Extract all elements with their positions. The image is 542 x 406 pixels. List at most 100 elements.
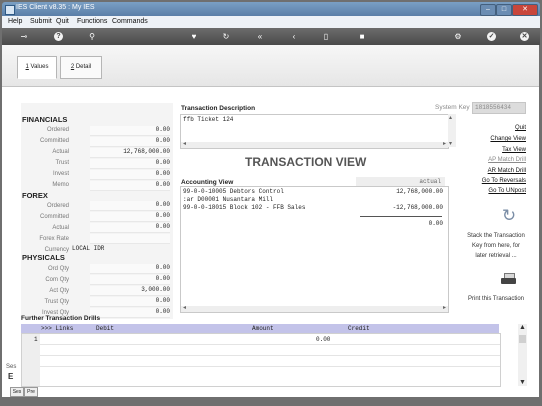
search-icon[interactable]: ⚲ xyxy=(86,31,98,42)
change-view-link[interactable]: Change View xyxy=(490,136,526,142)
scroll-up-icon[interactable]: ▴ xyxy=(449,114,452,121)
scroll-left-icon[interactable]: ◂ xyxy=(183,140,186,147)
financials-ordered-value: 0.00 xyxy=(155,126,170,133)
first-record-icon[interactable]: « xyxy=(254,31,266,42)
financials-ordered-label: Ordered xyxy=(46,127,69,133)
bottom-tab-ses[interactable]: Ses xyxy=(10,387,24,397)
financials-actual-value: 12,768,000.00 xyxy=(123,148,170,155)
document-icon[interactable]: ▯ xyxy=(320,31,332,42)
drills-col-credit: Credit xyxy=(348,325,370,332)
transaction-description-box[interactable]: ffb Ticket 124 ◂ ▸ xyxy=(180,114,449,149)
scroll-right-icon[interactable]: ▸ xyxy=(443,304,446,311)
accounting-horizontal-scrollbar[interactable]: ◂ ▸ xyxy=(181,304,448,312)
print-transaction-text[interactable]: Print this Transaction xyxy=(460,294,532,304)
forex-actual-value: 0.00 xyxy=(155,223,170,230)
bottom-tab-pre[interactable]: Pre xyxy=(24,387,38,397)
drills-row-1-amount: 0.00 xyxy=(316,336,331,343)
physicals-trust-qty-value: 0.00 xyxy=(155,297,170,304)
description-vertical-scrollbar[interactable]: ▴ ▾ xyxy=(448,114,456,147)
printer-icon[interactable] xyxy=(501,273,517,285)
financials-trust-value: 0.00 xyxy=(155,159,170,166)
go-to-reversals-link[interactable]: Go To Reversals xyxy=(482,178,526,184)
menu-quit[interactable]: Quit xyxy=(56,18,69,25)
favorite-icon[interactable]: ♥ xyxy=(188,31,200,42)
values-panel: FINANCIALS Ordered 0.00 Committed 0.00 A… xyxy=(21,103,173,319)
forex-actual-label: Actual xyxy=(52,225,69,231)
help-icon[interactable]: ? xyxy=(54,32,63,41)
financials-invest-value: 0.00 xyxy=(155,170,170,177)
title-bar: IES Client v8.35 : My IES – □ ✕ xyxy=(2,2,540,16)
drills-col-debit: Debit xyxy=(96,325,115,332)
physicals-com-qty-label: Com Qty xyxy=(45,277,69,283)
side-label-ses: Ses xyxy=(6,364,17,370)
go-to-unpost-link[interactable]: Go To UNpost xyxy=(488,188,526,194)
maximize-button[interactable]: □ xyxy=(496,4,512,16)
accounting-line-1-text: 99-0-0-10005 Debtors Control xyxy=(183,188,284,195)
scroll-left-icon[interactable]: ◂ xyxy=(183,304,186,311)
physicals-trust-qty-label: Trust Qty xyxy=(44,299,69,305)
forex-committed-value: 0.00 xyxy=(155,212,170,219)
ap-match-drill-link[interactable]: AP Match Drill xyxy=(488,157,526,163)
minimize-button[interactable]: – xyxy=(480,4,496,16)
transaction-description-value: ffb Ticket 124 xyxy=(183,116,234,123)
accounting-line-2-text: :ar D00001 Nusantara Mill xyxy=(183,196,274,203)
drills-table: 1 0.00 xyxy=(21,333,501,387)
ar-match-drill-link[interactable]: AR Match Drill xyxy=(488,168,526,174)
scroll-down-icon[interactable]: ▾ xyxy=(449,140,452,147)
physicals-ord-qty-label: Ord Qty xyxy=(47,266,69,272)
physicals-heading: PHYSICALS xyxy=(22,253,65,262)
accounting-view-box: 99-0-0-10005 Debtors Control 12,768,000.… xyxy=(180,186,449,313)
accounting-line-3-text: 99-0-0-18015 Block 102 - FFB Sales xyxy=(183,204,306,211)
scrollbar-thumb[interactable] xyxy=(519,335,526,343)
stop-icon[interactable]: ■ xyxy=(356,31,368,42)
system-key-field: 1818556434 xyxy=(472,102,526,114)
drills-col-links: >>> Links xyxy=(41,325,74,332)
menu-submit[interactable]: Submit xyxy=(30,18,52,25)
menu-help[interactable]: Help xyxy=(8,18,22,25)
physicals-invest-qty-value: 0.00 xyxy=(155,308,170,315)
description-horizontal-scrollbar[interactable]: ◂ ▸ xyxy=(181,140,448,148)
physicals-com-qty-value: 0.00 xyxy=(155,275,170,282)
tax-view-link[interactable]: Tax View xyxy=(502,147,526,153)
refresh-icon[interactable]: ↻ xyxy=(220,31,232,42)
financials-memo-value: 0.00 xyxy=(155,181,170,188)
close-icon[interactable]: ✕ xyxy=(520,32,529,41)
forex-ordered-label: Ordered xyxy=(46,203,69,209)
physicals-ord-qty-value: 0.00 xyxy=(155,264,170,271)
forex-currency-value: LOCAL IDR xyxy=(72,245,105,252)
transaction-view-heading: TRANSACTION VIEW xyxy=(245,155,367,169)
forex-rate-field xyxy=(90,234,170,244)
stack-text-line-2: Key from here, for xyxy=(471,243,521,249)
scroll-right-icon[interactable]: ▸ xyxy=(443,140,446,147)
previous-record-icon[interactable]: ‹ xyxy=(288,31,300,42)
further-drills-heading: Further Transaction Drills xyxy=(21,315,101,322)
stack-transaction-text[interactable]: Stack the Transaction Key from here, for… xyxy=(460,231,532,261)
key-icon[interactable]: ⊸ xyxy=(14,31,34,42)
financials-heading: FINANCIALS xyxy=(22,115,68,124)
close-button[interactable]: ✕ xyxy=(512,4,538,16)
scroll-up-icon[interactable]: ▲ xyxy=(519,324,526,331)
tab-strip: 1 Values 2 Detail xyxy=(2,45,539,87)
scroll-down-icon[interactable]: ▼ xyxy=(519,379,526,386)
physicals-act-qty-value: 3,000.00 xyxy=(141,286,170,293)
stack-text-line-1: Stack the Transaction xyxy=(467,233,525,239)
stack-refresh-icon[interactable]: ↻ xyxy=(500,207,518,225)
tab-values[interactable]: 1 Values xyxy=(17,56,57,79)
quit-link[interactable]: Quit xyxy=(515,125,526,131)
system-key-label: System Key xyxy=(435,104,470,111)
menu-commands[interactable]: Commands xyxy=(112,18,148,25)
system-key-value: 1818556434 xyxy=(475,104,512,111)
financials-committed-label: Committed xyxy=(39,138,69,144)
total-divider xyxy=(360,216,442,217)
drills-vertical-scrollbar[interactable]: ▲ ▼ xyxy=(518,324,527,386)
settings-icon[interactable]: ⚙ xyxy=(452,31,464,42)
accounting-total: 0.00 xyxy=(428,220,443,227)
main-content: 1 Values 2 Detail FINANCIALS Ordered 0.0… xyxy=(2,45,539,397)
confirm-icon[interactable]: ✓ xyxy=(487,32,496,41)
menu-functions[interactable]: Functions xyxy=(77,18,107,25)
financials-invest-label: Invest xyxy=(52,171,69,177)
financials-trust-label: Trust xyxy=(55,160,69,166)
forex-committed-label: Committed xyxy=(39,214,69,220)
actual-column-header: actual xyxy=(356,177,445,186)
tab-detail[interactable]: 2 Detail xyxy=(60,56,102,79)
